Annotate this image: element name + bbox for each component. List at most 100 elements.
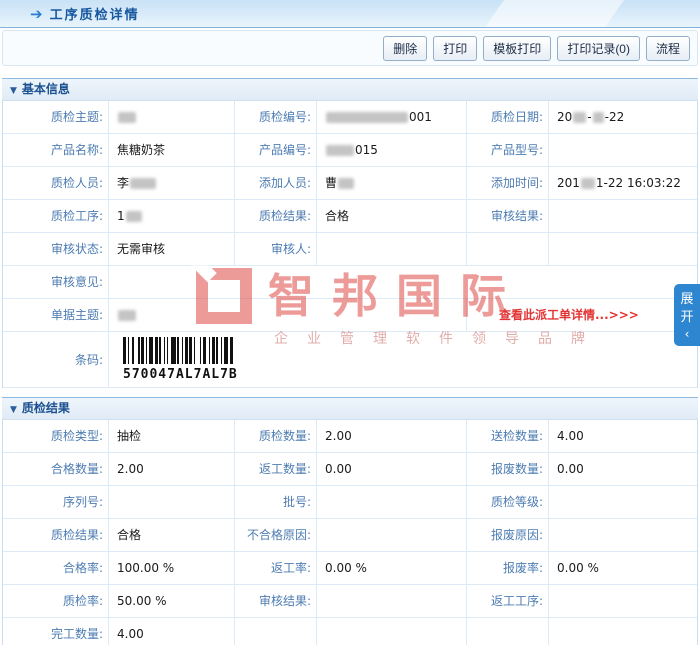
field-value-audit-result <box>549 200 697 233</box>
table-row: 序列号: 批号: 质检等级: <box>3 486 697 519</box>
field-label-serial-no: 序列号: <box>3 486 109 519</box>
barcode: 570047AL7AL7B <box>123 337 238 383</box>
table-row: 合格数量: 2.00 返工数量: 0.00 报废数量: 0.00 <box>3 453 697 486</box>
empty-cell <box>549 618 697 645</box>
field-label-qc-result: 质检结果: <box>235 200 317 233</box>
field-value-finish-qty: 4.00 <box>109 618 235 645</box>
field-label-qc-result2: 质检结果: <box>3 519 109 552</box>
field-value-audit-result2 <box>317 585 467 618</box>
redacted-text <box>593 112 604 123</box>
basic-info-table: 质检主题: 质检编号: 001 质检日期: 20--22 产品名称: 焦糖奶茶 … <box>2 101 698 388</box>
redacted-text <box>118 310 136 321</box>
field-value-qc-date: 20--22 <box>549 101 697 134</box>
field-label-scrap-reason: 报废原因: <box>467 519 549 552</box>
field-label-qc-rate: 质检率: <box>3 585 109 618</box>
field-label-scrap-rate: 报废率: <box>467 552 549 585</box>
expand-panel-tab[interactable]: 展开 ‹ <box>674 284 700 346</box>
page-title-bar: ➔ 工序质检详情 <box>0 0 700 28</box>
field-label-rework-process: 返工工序: <box>467 585 549 618</box>
field-label-qc-grade: 质检等级: <box>467 486 549 519</box>
redacted-text <box>126 211 142 222</box>
redacted-text <box>581 178 595 189</box>
field-label-scrap-qty: 报废数量: <box>467 453 549 486</box>
field-label-product-name: 产品名称: <box>3 134 109 167</box>
section-header-qc-result[interactable]: ▼质检结果 <box>2 397 698 420</box>
field-value-product-model <box>549 134 697 167</box>
field-value-batch-no <box>317 486 467 519</box>
barcode-cell: 570047AL7AL7B <box>109 332 697 388</box>
field-label-qc-qty: 质检数量: <box>235 420 317 453</box>
field-label-audit-status: 审核状态: <box>3 233 109 266</box>
expand-tab-label: 展开 <box>680 291 694 327</box>
field-label-qc-topic: 质检主题: <box>3 101 109 134</box>
redacted-text <box>118 112 136 123</box>
redacted-text <box>326 145 354 156</box>
qc-result-table: 质检类型: 抽检 质检数量: 2.00 送检数量: 4.00 合格数量: 2.0… <box>2 420 698 645</box>
template-print-button[interactable]: 模板打印 <box>483 36 551 61</box>
redacted-text <box>573 112 586 123</box>
field-label-qc-person: 质检人员: <box>3 167 109 200</box>
title-arrow-icon: ➔ <box>30 5 43 23</box>
field-value-qc-type: 抽检 <box>109 420 235 453</box>
field-value-scrap-reason <box>549 519 697 552</box>
empty-cell <box>235 618 317 645</box>
view-work-order-link[interactable]: 查看此派工单详情...>>> <box>467 299 697 332</box>
empty-cell <box>467 233 549 266</box>
field-value-audit-status: 无需审核 <box>109 233 235 266</box>
barcode-text: 570047AL7AL7B <box>123 367 238 383</box>
field-label-pass-rate: 合格率: <box>3 552 109 585</box>
section-title-result: 质检结果 <box>22 401 70 415</box>
table-row: 单据主题: 查看此派工单详情...>>> <box>3 299 697 332</box>
chevron-left-icon: ‹ <box>674 327 700 341</box>
field-value-qc-grade <box>549 486 697 519</box>
field-label-rework-rate: 返工率: <box>235 552 317 585</box>
section-title-basic: 基本信息 <box>22 82 70 96</box>
field-value-serial-no <box>109 486 235 519</box>
field-label-rework-qty: 返工数量: <box>235 453 317 486</box>
field-label-auditor: 审核人: <box>235 233 317 266</box>
empty-cell <box>317 618 467 645</box>
field-label-batch-no: 批号: <box>235 486 317 519</box>
field-value-pass-qty: 2.00 <box>109 453 235 486</box>
field-value-rework-rate: 0.00 % <box>317 552 467 585</box>
table-row: 产品名称: 焦糖奶茶 产品编号: 015 产品型号: <box>3 134 697 167</box>
field-value-qc-person: 李 <box>109 167 235 200</box>
field-value-scrap-rate: 0.00 % <box>549 552 697 585</box>
table-row: 质检结果: 合格 不合格原因: 报废原因: <box>3 519 697 552</box>
flow-button[interactable]: 流程 <box>646 36 690 61</box>
field-label-finish-qty: 完工数量: <box>3 618 109 645</box>
table-row: 完工数量: 4.00 <box>3 618 697 645</box>
field-value-qc-rate: 50.00 % <box>109 585 235 618</box>
table-row: 质检工序: 1 质检结果: 合格 审核结果: <box>3 200 697 233</box>
field-label-audit-opinion: 审核意见: <box>3 266 109 299</box>
field-label-qc-process: 质检工序: <box>3 200 109 233</box>
field-label-audit-result2: 审核结果: <box>235 585 317 618</box>
field-value-fail-reason <box>317 519 467 552</box>
field-label-sent-qty: 送检数量: <box>467 420 549 453</box>
field-value-product-name: 焦糖奶茶 <box>109 134 235 167</box>
delete-button[interactable]: 删除 <box>383 36 427 61</box>
print-button[interactable]: 打印 <box>433 36 477 61</box>
field-value-add-person: 曹 <box>317 167 467 200</box>
field-value-auditor <box>317 233 467 266</box>
field-label-qc-no: 质检编号: <box>235 101 317 134</box>
field-value-rework-qty: 0.00 <box>317 453 467 486</box>
table-row: 质检率: 50.00 % 审核结果: 返工工序: <box>3 585 697 618</box>
field-label-pass-qty: 合格数量: <box>3 453 109 486</box>
field-value-qc-process: 1 <box>109 200 235 233</box>
field-value-rework-process <box>549 585 697 618</box>
table-row: 审核状态: 无需审核 审核人: <box>3 233 697 266</box>
field-value-qc-no: 001 <box>317 101 467 134</box>
field-value-qc-result2: 合格 <box>109 519 235 552</box>
field-label-doc-topic: 单据主题: <box>3 299 109 332</box>
field-value-add-time: 2011-22 16:03:22 <box>549 167 697 200</box>
field-label-product-model: 产品型号: <box>467 134 549 167</box>
table-row: 审核意见: <box>3 266 697 299</box>
field-label-add-time: 添加时间: <box>467 167 549 200</box>
redacted-text <box>326 112 408 123</box>
section-header-basic-info[interactable]: ▼基本信息 <box>2 78 698 101</box>
empty-cell <box>467 618 549 645</box>
toolbar: 删除 打印 模板打印 打印记录(0) 流程 <box>2 30 698 66</box>
print-record-button[interactable]: 打印记录(0) <box>557 36 640 61</box>
empty-cell <box>549 233 697 266</box>
